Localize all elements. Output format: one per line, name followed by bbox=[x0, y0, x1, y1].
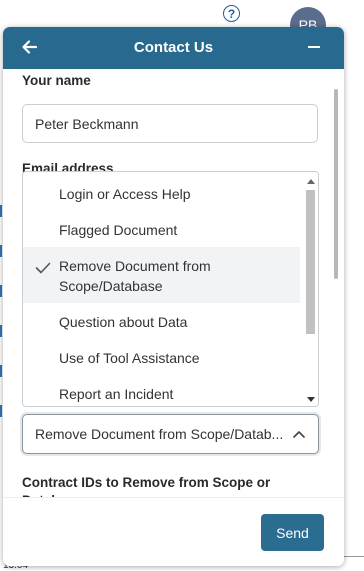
chevron-up-icon bbox=[292, 429, 306, 439]
contact-us-panel: Contact Us Your name Peter Beckmann Emai… bbox=[3, 27, 344, 566]
background-link-marker bbox=[0, 365, 2, 377]
option-label: Login or Access Help bbox=[59, 186, 191, 202]
option-label: Use of Tool Assistance bbox=[59, 350, 200, 366]
option-login-access-help[interactable]: Login or Access Help bbox=[23, 184, 300, 204]
option-question-about-data[interactable]: Question about Data bbox=[23, 312, 300, 332]
background-link-marker bbox=[0, 205, 2, 217]
option-use-of-tool-assistance[interactable]: Use of Tool Assistance bbox=[23, 348, 300, 368]
panel-header: Contact Us bbox=[3, 27, 344, 69]
option-label: Question about Data bbox=[59, 314, 188, 330]
background-link-marker bbox=[0, 245, 2, 257]
option-remove-document[interactable]: Remove Document from Scope/Database bbox=[23, 247, 300, 303]
scroll-down-arrow-icon[interactable] bbox=[306, 395, 315, 403]
option-flagged-document[interactable]: Flagged Document bbox=[23, 220, 300, 240]
background-link-marker bbox=[0, 325, 2, 337]
panel-title: Contact Us bbox=[133, 39, 214, 56]
dropdown-scrollbar-thumb[interactable] bbox=[306, 190, 315, 334]
checkmark-icon bbox=[35, 259, 51, 274]
help-icon[interactable]: ? bbox=[223, 5, 240, 22]
option-label: Flagged Document bbox=[59, 222, 178, 238]
send-button[interactable]: Send bbox=[261, 514, 324, 551]
option-label: Report an Incident bbox=[59, 386, 174, 402]
option-label: Remove Document from Scope/Database bbox=[59, 258, 211, 294]
panel-scrollbar[interactable] bbox=[334, 89, 338, 279]
panel-body: Your name Peter Beckmann Email address C… bbox=[3, 69, 344, 505]
minimize-icon[interactable] bbox=[308, 46, 320, 48]
name-label: Your name bbox=[22, 73, 91, 88]
name-input[interactable]: Peter Beckmann bbox=[22, 104, 318, 143]
request-type-select[interactable]: Remove Document from Scope/Datab... bbox=[22, 414, 319, 454]
panel-footer: Send bbox=[3, 497, 344, 566]
background-link-marker bbox=[0, 405, 2, 417]
background-link-marker bbox=[0, 285, 2, 297]
request-type-dropdown-list[interactable]: Login or Access Help Flagged Document Re… bbox=[22, 171, 319, 407]
select-value: Remove Document from Scope/Datab... bbox=[35, 426, 284, 442]
option-report-incident[interactable]: Report an Incident bbox=[23, 384, 300, 404]
scroll-up-arrow-icon[interactable] bbox=[306, 177, 315, 185]
